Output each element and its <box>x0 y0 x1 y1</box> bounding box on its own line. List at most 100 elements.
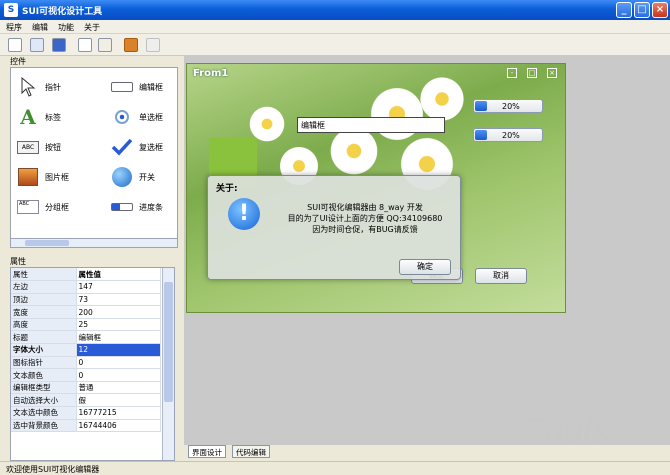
palette-scrollbar[interactable] <box>10 238 178 248</box>
table-row[interactable]: 图标指针 0 <box>11 356 161 370</box>
palette-item-picture[interactable]: 图片框 <box>17 164 69 190</box>
palette-item-button[interactable]: ABC 按钮 <box>17 134 61 160</box>
prop-key: 编辑框类型 <box>11 381 77 395</box>
progressbar-control[interactable]: 20% <box>473 128 543 142</box>
window-title: SUI可视化设计工具 <box>22 7 103 17</box>
pointer-icon <box>17 76 39 98</box>
brush-icon[interactable] <box>124 38 138 52</box>
menu-function[interactable]: 功能 <box>58 22 74 33</box>
toolbar <box>0 34 670 56</box>
radio-icon <box>111 106 133 128</box>
palette-label: 进度条 <box>139 202 163 212</box>
switch-icon <box>111 166 133 188</box>
cancel-button[interactable]: 取消 <box>475 268 527 284</box>
dialog-line: SUI可视化编辑器由 8_way 开发 <box>307 203 423 212</box>
new-file-icon[interactable] <box>8 38 22 52</box>
tab-code-edit[interactable]: 代码编辑 <box>232 445 270 458</box>
progressbar-control[interactable]: 20% <box>473 99 543 113</box>
editbox-control[interactable]: 编辑框 <box>297 117 445 133</box>
palette-label: 单选框 <box>139 112 163 122</box>
prop-key: 左边 <box>11 280 77 294</box>
palette-label: 复选框 <box>139 142 163 152</box>
button-icon: ABC <box>17 136 39 158</box>
prop-key: 宽度 <box>11 305 77 319</box>
progress-text: 20% <box>502 131 520 140</box>
menu-about[interactable]: 关于 <box>84 22 100 33</box>
dialog-line: 因为时间仓促，有BUG请反馈 <box>312 225 418 234</box>
scroll-thumb[interactable] <box>25 240 69 246</box>
menu-program[interactable]: 程序 <box>6 22 22 33</box>
open-icon[interactable] <box>30 38 44 52</box>
editbox-icon <box>111 76 133 98</box>
prop-value[interactable]: 12 <box>76 343 161 357</box>
prop-value[interactable]: 编辑框 <box>76 330 161 345</box>
label-icon: A <box>20 105 36 129</box>
table-row[interactable]: 文本选中颜色 16777215 <box>11 406 161 420</box>
table-row[interactable]: 左边 147 <box>11 280 161 294</box>
save-icon[interactable] <box>52 38 66 52</box>
maximize-button[interactable]: □ <box>634 2 650 18</box>
palette-label: 编辑框 <box>139 82 163 92</box>
info-icon: ! <box>228 198 260 230</box>
properties-header: 属性 <box>10 257 26 266</box>
table-row[interactable]: 高度 25 <box>11 318 161 332</box>
menu-edit[interactable]: 编辑 <box>32 22 48 33</box>
control-palette: 指针 编辑框 A 标签 单选框 ABC 按钮 复选框 图片框 开关 ABC 分组… <box>10 67 178 247</box>
prop-value[interactable]: 普通 <box>76 381 161 395</box>
palette-item-editbox[interactable]: 编辑框 <box>111 74 163 100</box>
table-header: 属性 属性值 <box>11 268 161 282</box>
palette-header: 控件 <box>10 57 26 66</box>
close-button[interactable]: × <box>652 2 668 18</box>
table-row[interactable]: 选中背景颜色 16744406 <box>11 419 161 433</box>
column-header: 属性值 <box>76 268 161 282</box>
prop-key: 文本颜色 <box>11 368 77 382</box>
table-row[interactable]: 编辑框类型 普通 <box>11 381 161 395</box>
form-title: From1 <box>193 68 229 79</box>
table-row[interactable]: 文本颜色 0 <box>11 368 161 382</box>
paste-icon[interactable] <box>98 38 112 52</box>
prop-value[interactable]: 147 <box>76 280 161 294</box>
properties-grid: 属性 属性值 左边 147 顶边 73 宽度 200 高度 25 标题 编辑框 字体大小 1… <box>10 267 175 461</box>
progress-fill <box>475 130 487 140</box>
prop-key: 图标指针 <box>11 356 77 370</box>
minimize-button[interactable]: _ <box>616 2 632 18</box>
prop-value[interactable]: 16777215 <box>76 406 161 420</box>
progressbar-icon <box>111 196 133 218</box>
copy-icon[interactable] <box>78 38 92 52</box>
palette-item-label[interactable]: A 标签 <box>17 104 61 130</box>
progress-text: 20% <box>502 102 520 111</box>
tab-ui-design[interactable]: 界面设计 <box>188 445 226 458</box>
table-row[interactable]: 宽度 200 <box>11 305 161 319</box>
prop-value[interactable]: 73 <box>76 293 161 307</box>
form-minimize-icon[interactable]: - <box>507 68 517 78</box>
prop-value[interactable]: 假 <box>76 393 161 408</box>
app-icon: S <box>4 3 18 17</box>
groupbox-icon: ABC <box>17 196 39 218</box>
table-row[interactable]: 顶边 73 <box>11 293 161 307</box>
prop-value[interactable]: 0 <box>76 356 161 370</box>
dialog-ok-button[interactable]: 确定 <box>399 259 451 275</box>
palette-item-pointer[interactable]: 指针 <box>17 74 61 100</box>
palette-item-switch[interactable]: 开关 <box>111 164 155 190</box>
prop-value[interactable]: 0 <box>76 368 161 382</box>
palette-label: 按钮 <box>45 142 61 152</box>
table-row[interactable]: 字体大小 12 <box>11 343 161 357</box>
palette-item-radio[interactable]: 单选框 <box>111 104 163 130</box>
prop-value[interactable]: 200 <box>76 305 161 319</box>
grid-icon[interactable] <box>146 38 160 52</box>
palette-item-progressbar[interactable]: 进度条 <box>111 194 163 220</box>
prop-value[interactable]: 16744406 <box>76 419 161 433</box>
table-row[interactable]: 自动选择大小假 <box>11 393 161 408</box>
prop-key: 高度 <box>11 318 77 332</box>
form-maximize-icon[interactable]: □ <box>527 68 537 78</box>
prop-value[interactable]: 25 <box>76 318 161 332</box>
form-close-icon[interactable]: × <box>547 68 557 78</box>
prop-key: 标题 <box>11 330 77 345</box>
properties-scrollbar[interactable] <box>162 268 174 460</box>
palette-label: 分组框 <box>45 202 69 212</box>
progress-fill <box>475 101 487 111</box>
palette-item-groupbox[interactable]: ABC 分组框 <box>17 194 69 220</box>
palette-item-checkbox[interactable]: 复选框 <box>111 134 163 160</box>
scroll-thumb[interactable] <box>164 282 173 402</box>
table-row[interactable]: 标题 编辑框 <box>11 330 161 345</box>
